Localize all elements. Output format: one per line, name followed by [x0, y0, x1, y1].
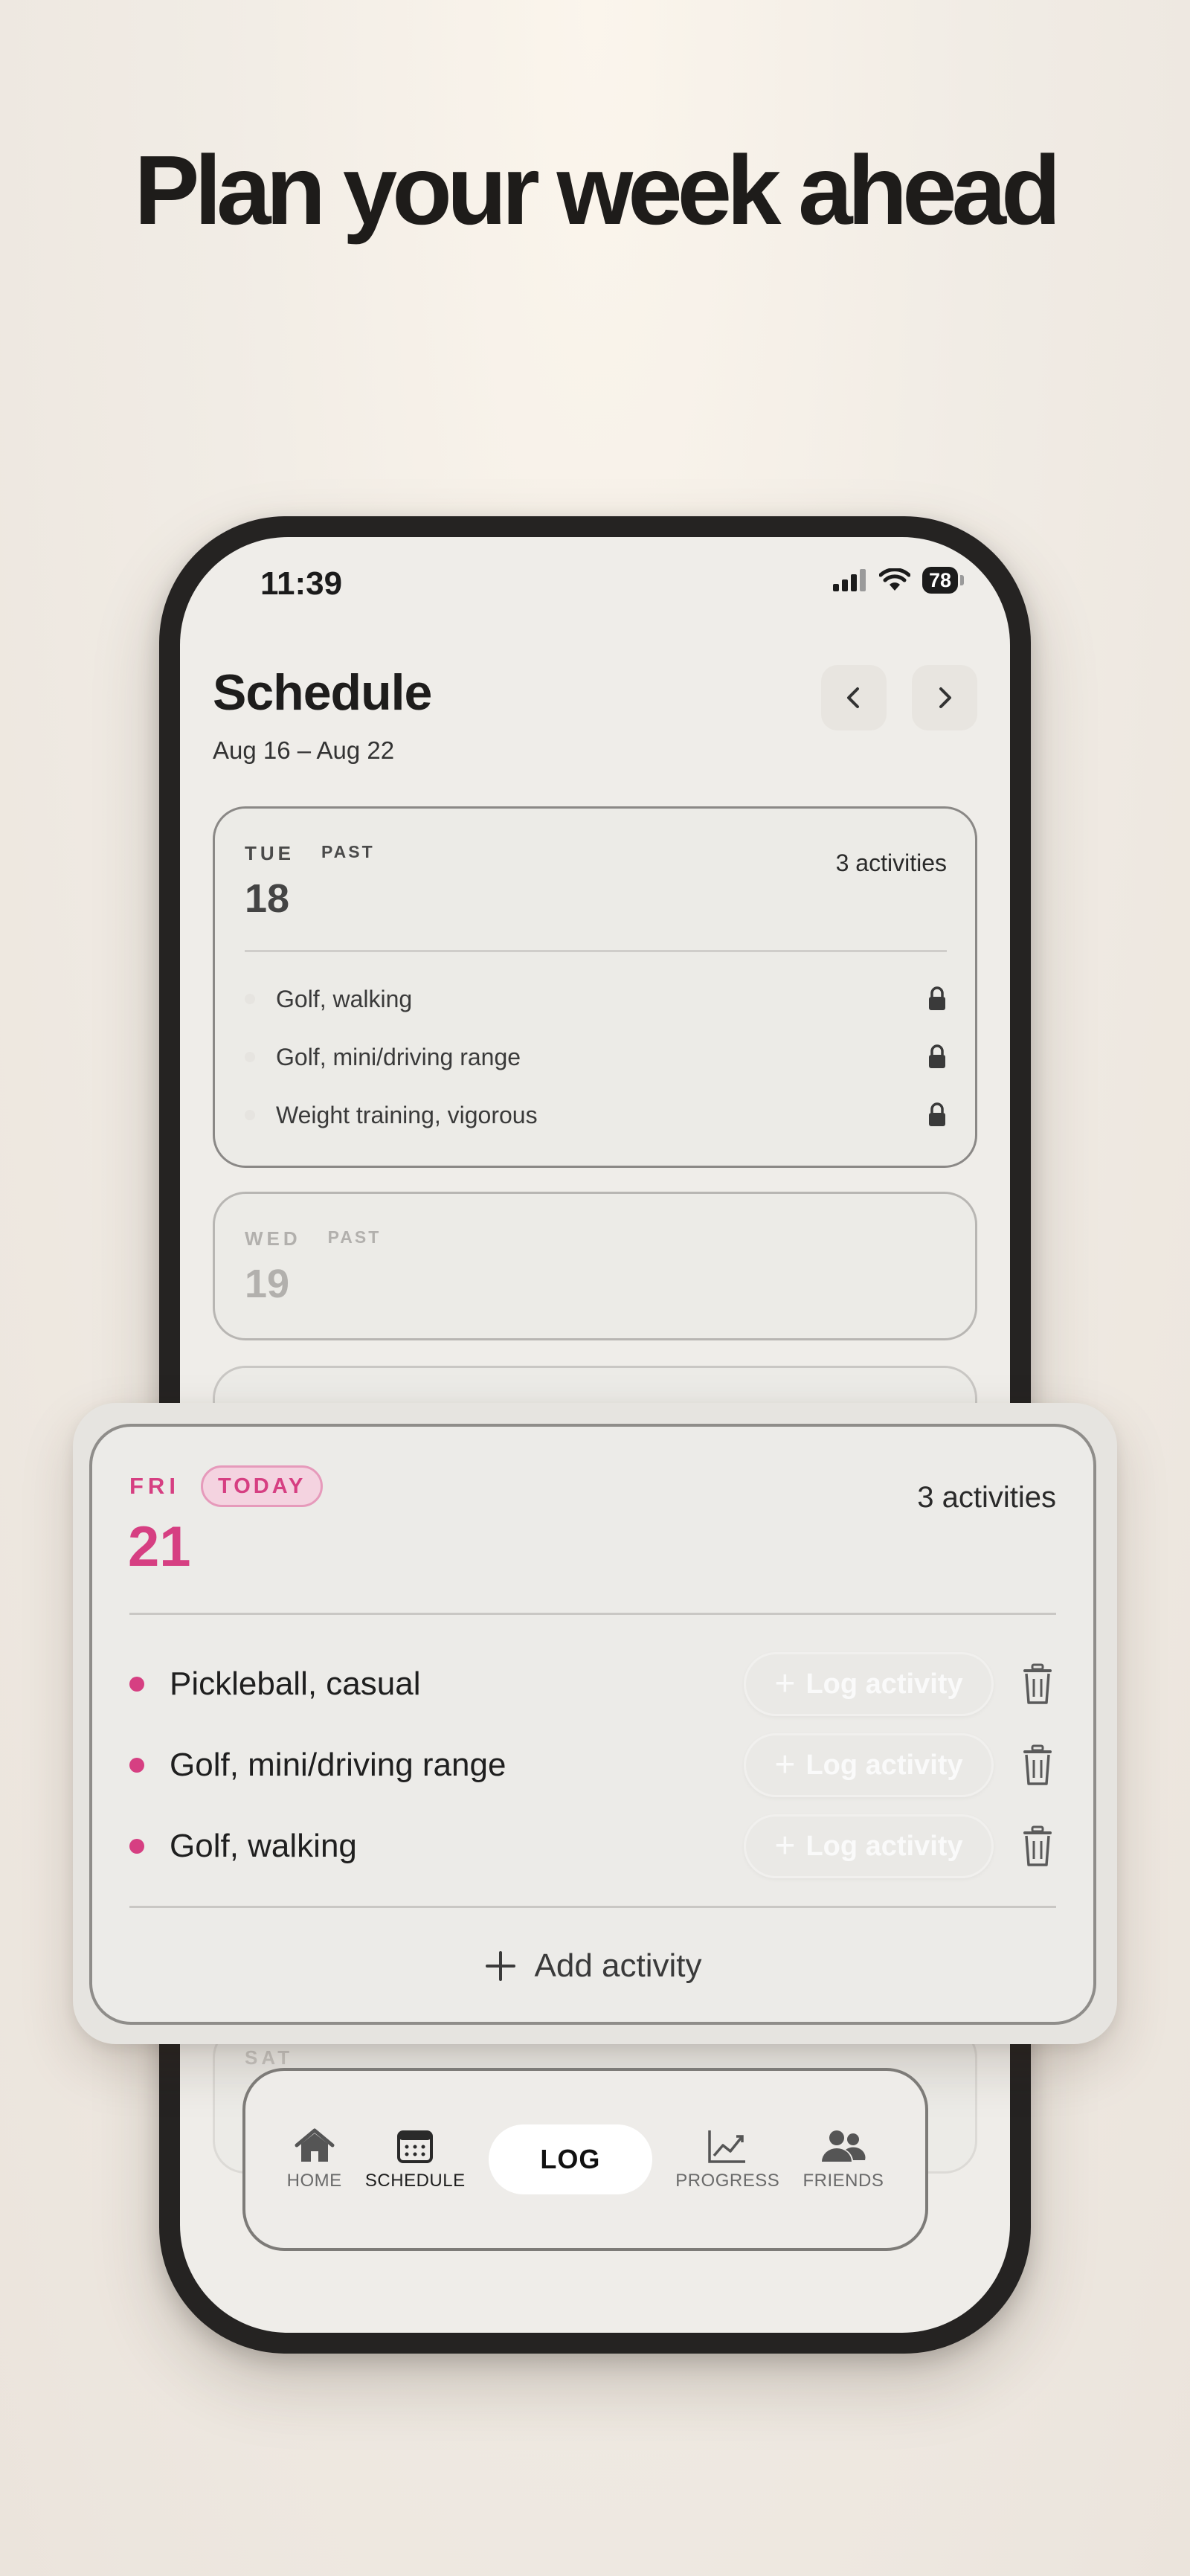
activity-label: Golf, mini/driving range: [276, 1043, 521, 1070]
log-activity-label: Log activity: [805, 1830, 963, 1862]
today-card-wrapper: FRI TODAY 21 3 activities Pickleball, ca…: [73, 1403, 1117, 2044]
tab-label: SCHEDULE: [364, 2171, 466, 2191]
activity-row: Golf, walking + Log activity: [129, 1813, 1056, 1880]
prev-week-button[interactable]: [821, 665, 887, 730]
activity-row: Weight training, vigorous: [245, 1093, 947, 1137]
wifi-icon: [878, 568, 910, 591]
chart-line-icon: [708, 2130, 746, 2163]
divider: [129, 1906, 1056, 1908]
status-icons: 78: [832, 567, 965, 594]
plus-icon: [485, 1951, 515, 1981]
tab-label: PROGRESS: [675, 2171, 780, 2191]
chevron-left-icon: [847, 687, 859, 708]
day-card-wed[interactable]: WED PAST 19: [213, 1192, 977, 1340]
day-number: 19: [245, 1262, 290, 1306]
divider: [129, 1613, 1056, 1615]
trash-icon[interactable]: [1019, 1825, 1056, 1868]
headline: Plan your week ahead: [134, 135, 1061, 245]
activity-dot: [245, 994, 255, 1004]
trash-icon[interactable]: [1019, 1663, 1056, 1706]
day-header: WED PAST: [245, 1227, 381, 1250]
add-activity-button[interactable]: Add activity: [92, 1947, 1093, 1985]
tab-home[interactable]: HOME: [287, 2127, 342, 2191]
plus-icon: +: [774, 1664, 796, 1703]
chevron-right-icon: [939, 687, 951, 708]
battery-indicator: 78: [922, 567, 965, 594]
lock-icon: [929, 986, 945, 1010]
date-range: Aug 16 – Aug 22: [213, 736, 395, 764]
tab-friends[interactable]: FRIENDS: [803, 2127, 884, 2191]
tab-progress[interactable]: PROGRESS: [675, 2127, 779, 2191]
today-badge: TODAY: [201, 1465, 324, 1507]
past-label: PAST: [321, 842, 375, 861]
day-number: 21: [128, 1515, 191, 1578]
day-card-today[interactable]: FRI TODAY 21 3 activities Pickleball, ca…: [89, 1424, 1096, 2025]
log-activity-button[interactable]: + Log activity: [744, 1814, 994, 1878]
activity-label: Golf, walking: [170, 1828, 357, 1864]
day-card-tue[interactable]: TUE PAST 18 3 activities Golf, walking G…: [213, 806, 977, 1168]
activity-dot: [245, 1110, 255, 1120]
activity-dot: [129, 1677, 144, 1692]
tab-label: FRIENDS: [803, 2171, 884, 2191]
day-of-week: SAT: [245, 2046, 294, 2069]
home-icon: [295, 2128, 335, 2162]
lock-icon: [929, 1102, 945, 1126]
bottom-tab-bar: HOME SCHEDULE LOG PROGRESS FRIENDS: [242, 2068, 928, 2251]
activity-row: Golf, mini/driving range: [245, 1035, 947, 1079]
past-label: PAST: [327, 1227, 382, 1247]
add-activity-label: Add activity: [534, 1947, 702, 1984]
divider: [245, 950, 947, 952]
log-activity-label: Log activity: [805, 1668, 963, 1700]
activity-label: Weight training, vigorous: [276, 1101, 538, 1128]
log-button[interactable]: LOG: [488, 2124, 652, 2194]
activity-dot: [129, 1839, 144, 1854]
activity-label: Golf, mini/driving range: [170, 1747, 506, 1783]
tab-label: HOME: [286, 2171, 342, 2191]
log-activity-label: Log activity: [805, 1749, 963, 1781]
activity-row: Golf, walking: [245, 977, 947, 1021]
log-activity-button[interactable]: + Log activity: [744, 1652, 994, 1716]
next-week-button[interactable]: [912, 665, 977, 730]
day-header: TUE PAST: [245, 842, 375, 865]
tab-schedule[interactable]: SCHEDULE: [365, 2127, 466, 2191]
activity-row: Pickleball, casual + Log activity: [129, 1651, 1056, 1718]
activity-row: Golf, mini/driving range + Log activity: [129, 1732, 1056, 1799]
calendar-icon: [397, 2130, 434, 2163]
friends-icon: [821, 2130, 866, 2162]
page-title: Schedule: [213, 664, 432, 721]
day-of-week: WED: [245, 1227, 301, 1250]
activity-dot: [129, 1758, 144, 1773]
activity-label: Golf, walking: [276, 985, 413, 1012]
activity-dot: [245, 1052, 255, 1062]
activity-count: 3 activities: [835, 849, 947, 876]
activity-label: Pickleball, casual: [170, 1666, 421, 1702]
day-of-week: FRI: [129, 1473, 180, 1499]
plus-icon: +: [774, 1745, 796, 1785]
signal-icon: [832, 569, 866, 591]
lock-icon: [929, 1044, 945, 1068]
activity-count: 3 activities: [917, 1481, 1056, 1514]
log-activity-button[interactable]: + Log activity: [744, 1733, 994, 1797]
plus-icon: +: [774, 1826, 796, 1866]
day-number: 18: [245, 876, 290, 921]
trash-icon[interactable]: [1019, 1744, 1056, 1787]
status-time: 11:39: [260, 565, 343, 602]
day-of-week: TUE: [245, 842, 295, 864]
